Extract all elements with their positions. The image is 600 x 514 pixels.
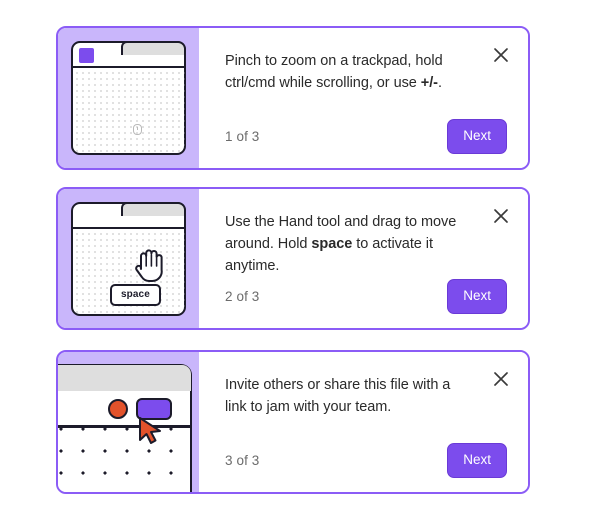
tip-text-emphasis: +/-: [420, 75, 438, 91]
mock-window-tab: [121, 41, 186, 55]
tip-card-share: Invite others or share this file with a …: [56, 350, 530, 494]
step-indicator: 2 of 3: [225, 289, 260, 304]
mock-window-frame-zoomed: [58, 364, 192, 492]
close-x-icon[interactable]: [490, 205, 512, 227]
tip-card-footer: 3 of 3 Next: [225, 443, 507, 478]
tip-text-prefix: Pinch to zoom on a trackpad, hold ctrl/c…: [225, 53, 443, 91]
canvas-window-share-illustration: [58, 352, 199, 492]
arrow-cursor-icon: [138, 416, 164, 446]
step-indicator: 1 of 3: [225, 129, 260, 144]
hand-cursor-icon: [133, 244, 167, 284]
tip-body-text: Invite others or share this file with a …: [225, 374, 473, 418]
tip-text-emphasis: space: [311, 236, 353, 252]
step-indicator: 3 of 3: [225, 453, 260, 468]
tip-card-hand-tool: space Use the Hand tool and drag to move…: [56, 187, 530, 330]
canvas-window-zoom-illustration: [58, 28, 199, 168]
mock-window-frame: [71, 41, 186, 155]
mock-window-titlebar: [58, 365, 191, 391]
avatar-dot-icon: [108, 399, 128, 419]
next-button[interactable]: Next: [447, 119, 507, 154]
close-x-icon[interactable]: [490, 368, 512, 390]
mock-window-tab: [121, 202, 186, 216]
next-button[interactable]: Next: [447, 279, 507, 314]
onboarding-tip-card-stack: Pinch to zoom on a trackpad, hold ctrl/c…: [0, 0, 600, 514]
mock-purple-chip: [79, 48, 94, 63]
tip-card-footer: 1 of 3 Next: [225, 119, 507, 154]
mock-dotted-canvas: [72, 68, 185, 154]
tip-body-text: Pinch to zoom on a trackpad, hold ctrl/c…: [225, 50, 473, 94]
close-x-icon[interactable]: [490, 44, 512, 66]
mock-dotted-canvas: [58, 428, 192, 492]
tip-card-content: Invite others or share this file with a …: [199, 352, 528, 492]
tip-card-zoom: Pinch to zoom on a trackpad, hold ctrl/c…: [56, 26, 530, 170]
tip-body-text: Use the Hand tool and drag to move aroun…: [225, 211, 473, 277]
tip-text-suffix: .: [437, 75, 442, 91]
space-key-label: space: [110, 284, 161, 306]
tip-card-content: Pinch to zoom on a trackpad, hold ctrl/c…: [199, 28, 528, 168]
next-button[interactable]: Next: [447, 443, 507, 478]
tip-text-prefix: Invite others or share this file with a …: [225, 377, 451, 415]
tip-card-content: Use the Hand tool and drag to move aroun…: [199, 189, 528, 328]
tip-card-footer: 2 of 3 Next: [225, 279, 507, 314]
mouse-scroll-icon: [133, 124, 142, 135]
canvas-window-hand-illustration: space: [58, 189, 199, 328]
mock-window-frame: space: [71, 202, 186, 316]
